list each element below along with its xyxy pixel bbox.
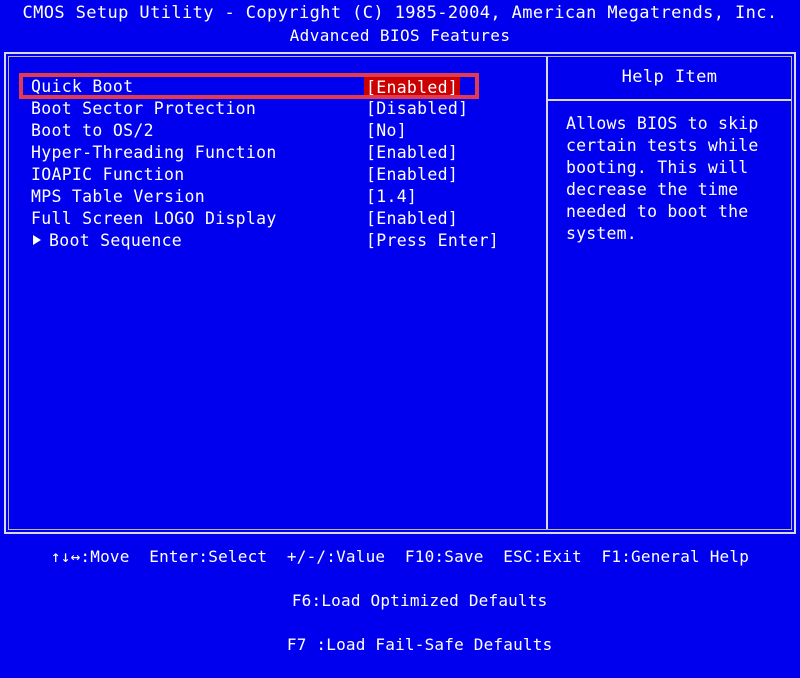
- help-header: Help Item: [548, 57, 791, 101]
- content-frame-inner: Quick Boot [Enabled] Boot Sector Protectio…: [8, 56, 792, 530]
- setting-row[interactable]: Quick Boot [Enabled]: [9, 77, 546, 99]
- setting-label: Hyper-Threading Function: [31, 143, 277, 162]
- load-optimized-defaults-hint[interactable]: F6:Load Optimized Defaults: [292, 591, 548, 610]
- footer-line-primary: ↑↓↔:Move Enter:Select +/-/:Value F10:Sav…: [50, 547, 750, 566]
- submenu-arrow-icon: [33, 235, 41, 245]
- load-fail-safe-defaults-hint[interactable]: F7 :Load Fail-Safe Defaults: [287, 635, 553, 654]
- setting-row[interactable]: Boot Sequence [Press Enter]: [9, 231, 546, 253]
- footer-line-secondary: F6:Load Optimized Defaults F7 :Load Fail…: [0, 568, 800, 678]
- setting-row[interactable]: MPS Table Version [1.4]: [9, 187, 546, 209]
- title-block: CMOS Setup Utility - Copyright (C) 1985-…: [0, 0, 800, 50]
- setting-label: Boot to OS/2: [31, 121, 154, 140]
- setting-label: Full Screen LOGO Display: [31, 209, 277, 228]
- setting-label: Boot Sequence: [49, 231, 183, 250]
- setting-label: Boot Sector Protection: [31, 99, 257, 118]
- help-panel: Help Item Allows BIOS to skip certain te…: [548, 57, 791, 529]
- setting-value[interactable]: [Enabled]: [366, 143, 458, 162]
- setting-row[interactable]: Boot to OS/2 [No]: [9, 121, 546, 143]
- settings-panel: Quick Boot [Enabled] Boot Sector Protectio…: [9, 57, 546, 529]
- setting-label: IOAPIC Function: [31, 165, 185, 184]
- setting-row[interactable]: Hyper-Threading Function [Enabled]: [9, 143, 546, 165]
- setting-row[interactable]: IOAPIC Function [Enabled]: [9, 165, 546, 187]
- page-title: Advanced BIOS Features: [289, 26, 511, 45]
- setting-value[interactable]: [Enabled]: [366, 165, 458, 184]
- content-frame: Quick Boot [Enabled] Boot Sector Protectio…: [4, 52, 796, 534]
- setting-row[interactable]: Full Screen LOGO Display [Enabled]: [9, 209, 546, 231]
- setting-row[interactable]: Boot Sector Protection [Disabled]: [9, 99, 546, 121]
- setting-value[interactable]: [1.4]: [366, 187, 417, 206]
- setting-label: MPS Table Version: [31, 187, 205, 206]
- setting-value[interactable]: [Enabled]: [366, 209, 458, 228]
- setting-label: Quick Boot: [31, 77, 134, 96]
- utility-title: CMOS Setup Utility - Copyright (C) 1985-…: [22, 3, 778, 23]
- help-title: Help Item: [621, 67, 718, 87]
- setting-value[interactable]: [Disabled]: [366, 99, 468, 118]
- footer-shortcuts: ↑↓↔:Move Enter:Select +/-/:Value F10:Sav…: [0, 546, 800, 678]
- help-text: Allows BIOS to skip certain tests while …: [566, 114, 759, 243]
- setting-value[interactable]: [Enabled]: [364, 77, 461, 98]
- setting-value[interactable]: [No]: [366, 121, 407, 140]
- setting-value[interactable]: [Press Enter]: [366, 231, 499, 250]
